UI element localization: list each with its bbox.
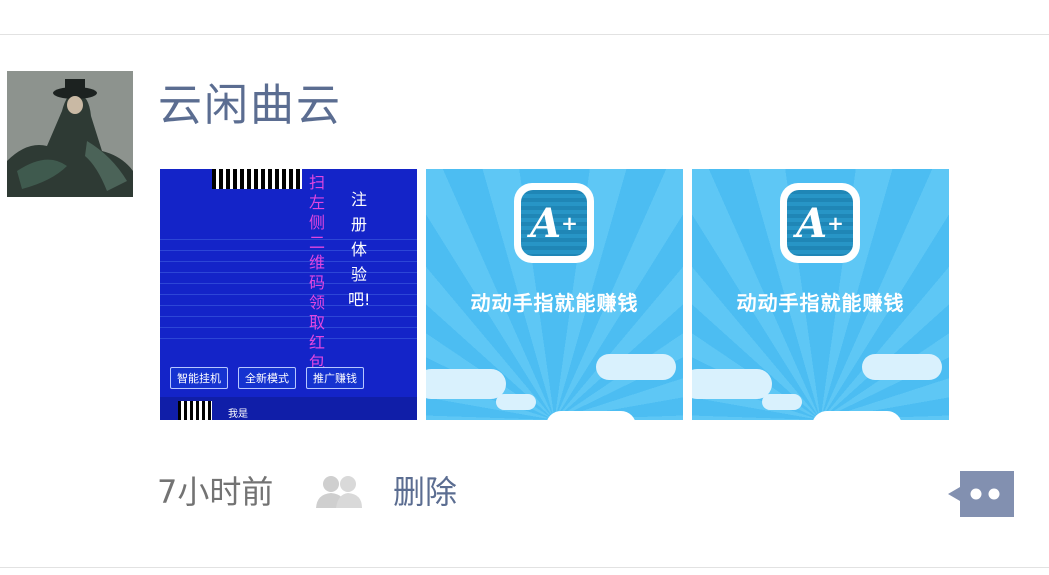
- delete-link[interactable]: 删除: [393, 470, 457, 514]
- cloud-shape: [426, 369, 506, 399]
- qr-code-image: [212, 169, 302, 189]
- ad-vertical-text: 扫左侧二维码领取红包: [308, 173, 325, 372]
- author-name[interactable]: 云闲曲云: [158, 78, 342, 134]
- ad-vertical-text: 注册体验吧!: [348, 190, 371, 309]
- cloud-shape: [692, 369, 772, 399]
- ad-button-label: 全新模式: [238, 367, 296, 389]
- app-icon: A +: [780, 183, 860, 263]
- ad-button-label: 智能挂机: [170, 367, 228, 389]
- top-divider: [0, 34, 1049, 35]
- promo-text: 动动手指就能赚钱: [470, 291, 639, 315]
- cloud-shape: [546, 411, 636, 420]
- friends-icon: [314, 474, 364, 510]
- avatar-image: [7, 71, 133, 197]
- cloud-shape: [812, 411, 902, 420]
- comment-button[interactable]: [948, 471, 1014, 517]
- comment-icon: [948, 471, 1014, 517]
- promo-text: 动动手指就能赚钱: [736, 291, 905, 315]
- photo-thumbnail[interactable]: A + 动动手指就能赚钱: [692, 169, 949, 420]
- ad-footer-text: 我是: [228, 409, 248, 420]
- photo-thumbnail[interactable]: A + 动动手指就能赚钱: [426, 169, 683, 420]
- cloud-shape: [762, 394, 802, 410]
- ad-button-label: 推广赚钱: [306, 367, 364, 389]
- bottom-divider: [0, 567, 1049, 568]
- game-background: [160, 229, 417, 339]
- app-icon-letter: A: [530, 199, 562, 247]
- app-icon-letter: A: [796, 199, 828, 247]
- cloud-shape: [862, 354, 942, 380]
- qr-code-image: [178, 401, 212, 420]
- post-time: 7小时前: [157, 473, 274, 511]
- avatar[interactable]: [7, 71, 133, 197]
- cloud-shape: [596, 354, 676, 380]
- photo-thumbnail[interactable]: 扫左侧二维码领取红包 注册体验吧! 智能挂机 全新模式 推广赚钱 我是: [160, 169, 417, 420]
- ad-button-row: 智能挂机 全新模式 推广赚钱: [170, 367, 364, 389]
- cloud-shape: [496, 394, 536, 410]
- app-icon: A +: [514, 183, 594, 263]
